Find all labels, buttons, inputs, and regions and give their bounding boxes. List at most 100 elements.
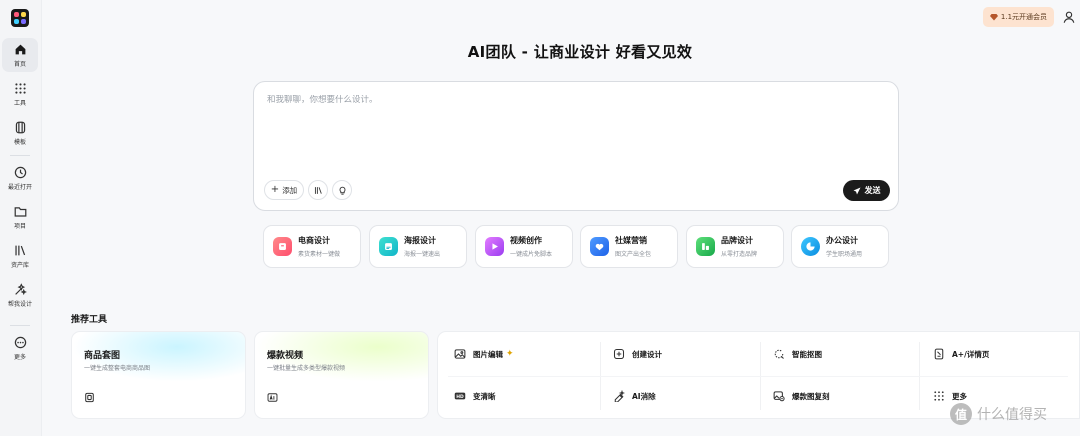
grid-icon: [14, 82, 26, 94]
category-subtitle: 学生职场通用: [826, 251, 863, 258]
sidebar-item-label: 工具: [13, 99, 26, 107]
template-icon: [15, 121, 25, 133]
add-button[interactable]: + 添加: [264, 180, 304, 200]
category-subtitle: 一键成片免脚本: [510, 251, 553, 258]
category-title: 视频创作: [510, 236, 542, 245]
send-label: 发送: [864, 186, 881, 195]
tool-ai-erase[interactable]: AI消除: [613, 388, 656, 404]
category-title: 社媒营销: [615, 236, 647, 245]
tool-enhance[interactable]: HD 变清晰: [454, 388, 496, 404]
category-card-social[interactable]: 社媒营销 图文产出全包: [580, 225, 678, 268]
tool-label: AI消除: [632, 391, 656, 401]
send-button[interactable]: 发送: [843, 180, 890, 201]
sidebar-item-label: 资产库: [10, 261, 29, 269]
plus-icon: +: [270, 184, 280, 195]
sidebar-item-label: 模板: [13, 138, 26, 146]
sidebar-item-more[interactable]: 更多: [2, 331, 38, 365]
ecommerce-icon: [273, 237, 292, 256]
diamond-icon: [989, 14, 998, 21]
category-title: 电商设计: [298, 236, 330, 245]
feature-subtitle: 一键生成整套电商商品图: [84, 365, 151, 372]
sidebar: 首页 工具 模板 最近打开 项目 资产库 帮我设计 更多: [0, 0, 42, 436]
category-card-ecommerce[interactable]: 电商设计 素货素材一键做: [263, 225, 361, 268]
clock-icon: [14, 166, 26, 178]
tool-label: 图片编辑: [473, 349, 503, 359]
category-card-video[interactable]: 视频创作 一键成片免脚本: [475, 225, 573, 268]
section-title: 推荐工具: [71, 315, 108, 325]
category-title: 海报设计: [404, 236, 436, 245]
vip-label: 1.1元开通会员: [1000, 13, 1048, 21]
sidebar-item-label: 最近打开: [7, 183, 32, 191]
detail-page-icon: [934, 348, 944, 360]
sidebar-item-tools[interactable]: 工具: [2, 77, 38, 111]
app-logo[interactable]: [11, 9, 29, 27]
user-icon[interactable]: [1062, 10, 1076, 24]
library-icon: [14, 245, 25, 255]
category-subtitle: 素货素材一键做: [298, 251, 341, 258]
wand-icon: [14, 282, 27, 295]
category-card-poster[interactable]: 海报设计 海报一键速出: [369, 225, 467, 268]
folder-icon: [14, 206, 26, 217]
sidebar-divider: [10, 325, 30, 326]
sidebar-item-recent[interactable]: 最近打开: [2, 161, 38, 195]
sidebar-item-projects[interactable]: 项目: [2, 200, 38, 234]
video-play-icon: [485, 237, 504, 256]
inspiration-button[interactable]: [332, 180, 352, 200]
tool-label: 爆款图复刻: [792, 391, 830, 401]
library-icon: [314, 186, 322, 194]
tool-detail-page[interactable]: A+/详情页: [933, 346, 989, 362]
category-subtitle: 海报一键速出: [404, 251, 441, 258]
lightbulb-icon: [339, 186, 345, 195]
hd-icon: HD: [454, 392, 466, 400]
heart-chat-icon: [590, 237, 609, 256]
svg-text:HD: HD: [456, 394, 464, 400]
tool-label: 创建设计: [632, 349, 662, 359]
more-grid-icon: [934, 391, 944, 401]
sidebar-divider: [10, 155, 30, 156]
feature-subtitle: 一键批量生成多类型爆款视频: [267, 365, 346, 372]
brand-icon: [696, 237, 715, 256]
tool-more[interactable]: 更多: [933, 388, 967, 404]
feature-title: 爆款视频: [267, 351, 304, 361]
feature-card-viral-video[interactable]: 爆款视频 一键批量生成多类型爆款视频: [254, 331, 429, 419]
vip-button[interactable]: 1.1元开通会员: [983, 7, 1054, 27]
feature-card-product-set[interactable]: 商品套图 一键生成整套电商商品图: [71, 331, 246, 419]
library-button[interactable]: [308, 180, 328, 200]
row-divider: [448, 376, 1068, 377]
product-icon: [85, 392, 94, 403]
watermark-text: 什么值得买: [977, 407, 1047, 423]
sidebar-item-design-for-me[interactable]: 帮我设计: [2, 278, 38, 312]
poster-icon: [379, 237, 398, 256]
video-ai-icon: [267, 393, 278, 402]
category-card-office[interactable]: 办公设计 学生职场通用: [791, 225, 889, 268]
chat-input[interactable]: [267, 95, 827, 105]
sparkle-icon: ✦: [506, 349, 514, 359]
sidebar-item-label: 帮我设计: [7, 300, 32, 308]
tool-create-design[interactable]: 创建设计: [613, 346, 662, 362]
category-title: 办公设计: [826, 236, 858, 245]
tool-label: 智能抠图: [792, 349, 822, 359]
more-icon: [14, 336, 26, 348]
sidebar-item-label: 项目: [13, 222, 26, 230]
chat-box: + 添加 发送: [253, 81, 899, 211]
category-card-brand[interactable]: 品牌设计 从零打造品牌: [686, 225, 784, 268]
category-subtitle: 图文产出全包: [615, 251, 652, 258]
tool-image-edit[interactable]: 图片编辑 ✦: [454, 346, 514, 362]
page-title: AI团队 - 让商业设计 好看又见效: [467, 43, 693, 61]
tool-label: 更多: [952, 391, 967, 401]
sidebar-item-templates[interactable]: 模板: [2, 116, 38, 150]
image-edit-icon: [454, 349, 466, 359]
sidebar-item-label: 更多: [13, 353, 26, 361]
tool-smart-cutout[interactable]: 智能抠图: [773, 346, 822, 362]
add-label: 添加: [282, 185, 298, 195]
ai-erase-icon: [614, 390, 625, 402]
category-subtitle: 从零打造品牌: [721, 251, 758, 258]
sidebar-item-assets[interactable]: 资产库: [2, 239, 38, 273]
replicate-icon: [773, 391, 785, 402]
plus-square-icon: [613, 348, 625, 360]
tool-replicate[interactable]: 爆款图复刻: [773, 388, 830, 404]
send-icon: [853, 187, 860, 194]
watermark-badge: 值: [950, 403, 972, 425]
watermark: 值 什么值得买: [950, 403, 1047, 425]
cutout-icon: [774, 349, 784, 359]
